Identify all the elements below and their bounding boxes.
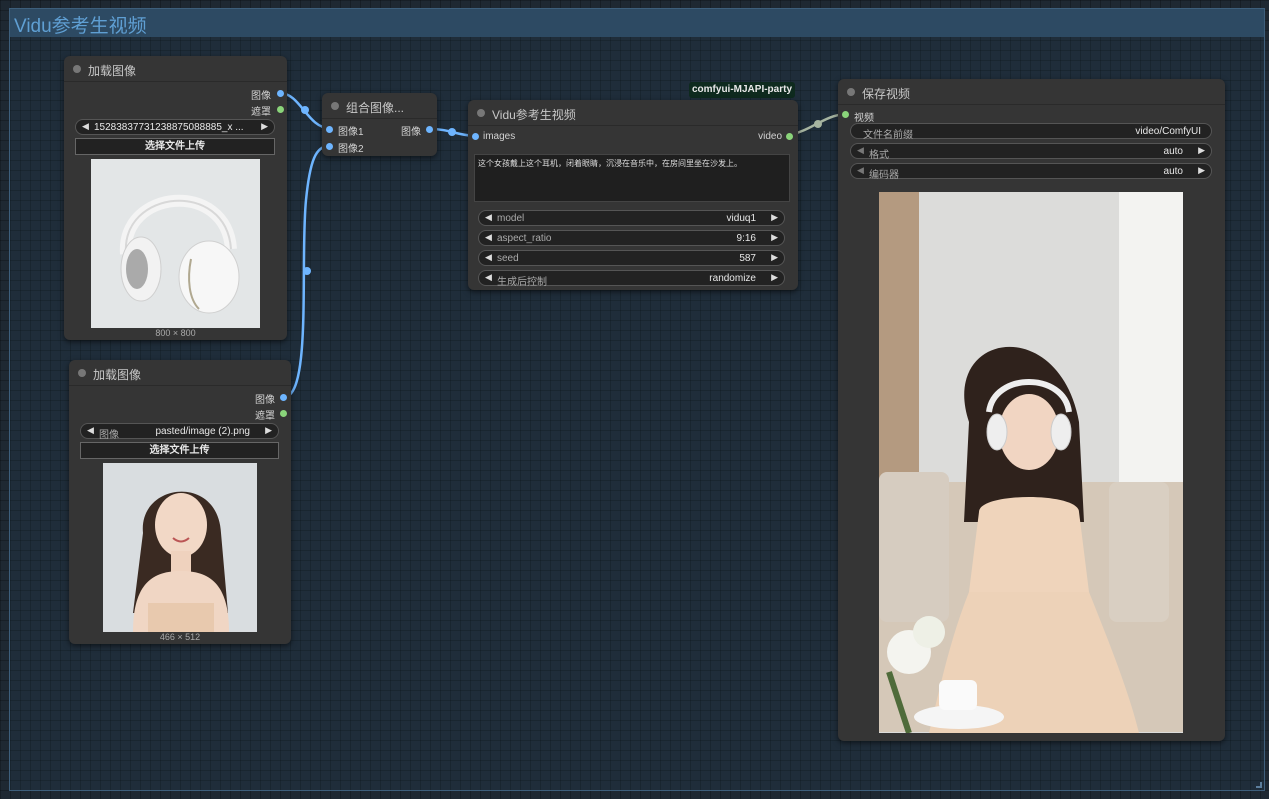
output-mask-slot[interactable] xyxy=(277,106,284,113)
format-widget[interactable]: ◀ 格式 auto ▶ xyxy=(850,143,1212,161)
input-image1-label: 图像1 xyxy=(338,127,364,138)
output-image-slot[interactable] xyxy=(280,394,287,401)
filename-prefix-widget[interactable]: 文件名前缀 video/ComfyUI xyxy=(850,123,1212,141)
input-image1-slot[interactable] xyxy=(326,126,333,133)
output-mask-label: 遮罩 xyxy=(251,107,271,118)
combine-images-node[interactable]: 组合图像... 图像1 图像2 图像 xyxy=(322,93,437,156)
link-combined-midpoint xyxy=(448,128,456,136)
widget-label: seed xyxy=(497,253,519,264)
next-arrow-icon[interactable]: ▶ xyxy=(261,121,268,132)
prev-arrow-icon[interactable]: ◀ xyxy=(485,252,492,263)
output-mask-label: 遮罩 xyxy=(255,411,275,422)
output-video-label: video xyxy=(758,131,782,142)
load-image-node-2[interactable]: 加载图像 图像 遮罩 ◀ 图像 pasted/image (2).png ▶ 选… xyxy=(69,360,291,644)
collapse-dot[interactable] xyxy=(331,102,339,110)
link-video-midpoint xyxy=(814,120,822,128)
prev-arrow-icon[interactable]: ◀ xyxy=(485,232,492,243)
aspect-ratio-widget[interactable]: ◀ aspect_ratio 9:16 ▶ xyxy=(478,230,785,246)
prev-arrow-icon[interactable]: ◀ xyxy=(485,212,492,223)
image-select-value: pasted/image (2).png xyxy=(155,426,250,437)
input-video-label: 视频 xyxy=(854,113,874,124)
custom-node-badge: comfyui-MJAPI-party xyxy=(689,82,795,98)
output-video-slot[interactable] xyxy=(786,133,793,140)
next-arrow-icon[interactable]: ▶ xyxy=(1198,145,1205,156)
seed-widget[interactable]: ◀ seed 587 ▶ xyxy=(478,250,785,266)
link-image2-midpoint xyxy=(303,267,311,275)
input-images-label: images xyxy=(483,131,516,142)
codec-widget[interactable]: ◀ 编码器 auto ▶ xyxy=(850,163,1212,181)
next-arrow-icon[interactable]: ▶ xyxy=(771,232,778,243)
image-select[interactable]: ◀ 图像 pasted/image (2).png ▶ xyxy=(80,423,279,441)
node-header[interactable]: 加载图像 xyxy=(64,56,287,82)
video-preview-frame xyxy=(879,192,1183,733)
node-title: 加载图像 xyxy=(88,64,137,78)
save-video-node[interactable]: 保存视频 视频 文件名前缀 video/ComfyUI ◀ 格式 auto ▶ … xyxy=(838,79,1225,741)
collapse-dot[interactable] xyxy=(847,88,855,96)
node-title: Vidu参考生视频 xyxy=(492,108,576,122)
widget-value: auto xyxy=(1163,166,1183,177)
prev-arrow-icon[interactable]: ◀ xyxy=(82,121,89,132)
node-title: 加载图像 xyxy=(93,368,142,382)
collapse-dot[interactable] xyxy=(73,65,81,73)
node-title: 组合图像... xyxy=(346,101,405,115)
prev-arrow-icon[interactable]: ◀ xyxy=(857,165,864,176)
output-image-label: 图像 xyxy=(255,395,275,406)
input-image2-label: 图像2 xyxy=(338,144,364,155)
collapse-dot[interactable] xyxy=(78,369,86,377)
widget-value: video/ComfyUI xyxy=(1135,126,1201,137)
upload-button[interactable]: 选择文件上传 xyxy=(75,138,275,155)
control-after-generate-widget[interactable]: ◀ 生成后控制 randomize ▶ xyxy=(478,270,785,288)
load-image-node-1[interactable]: 加载图像 图像 遮罩 ◀ 15283837731238875088885_x .… xyxy=(64,56,287,340)
workflow-canvas[interactable]: Vidu参考生视频 加载图像 图像 遮罩 ◀ 15283837731238875… xyxy=(0,0,1269,799)
prev-arrow-icon[interactable]: ◀ xyxy=(485,272,492,283)
node-header[interactable]: 组合图像... xyxy=(322,93,437,119)
model-widget[interactable]: ◀ model viduq1 ▶ xyxy=(478,210,785,226)
widget-label: aspect_ratio xyxy=(497,233,552,244)
input-video-slot[interactable] xyxy=(842,111,849,118)
output-mask-slot[interactable] xyxy=(280,410,287,417)
widget-value: auto xyxy=(1163,146,1183,157)
input-image2-slot[interactable] xyxy=(326,143,333,150)
next-arrow-icon[interactable]: ▶ xyxy=(771,272,778,283)
widget-value: 9:16 xyxy=(736,233,756,244)
output-image-slot[interactable] xyxy=(426,126,433,133)
widget-value: 587 xyxy=(739,253,756,264)
prev-arrow-icon[interactable]: ◀ xyxy=(857,145,864,156)
prompt-textarea[interactable]: 这个女孩戴上这个耳机，闭着眼睛，沉浸在音乐中，在房间里坐在沙发上。 xyxy=(474,154,790,202)
widget-value: viduq1 xyxy=(726,213,756,224)
node-header[interactable]: Vidu参考生视频 xyxy=(468,100,798,126)
widget-label: 编码器 xyxy=(869,170,899,181)
headphones-illustration xyxy=(119,194,240,314)
widget-label: model xyxy=(497,213,525,224)
image-select-value: 15283837731238875088885_x ... xyxy=(94,122,244,133)
widget-label: 格式 xyxy=(869,150,889,161)
output-image-label: 图像 xyxy=(251,91,271,102)
video-preview[interactable] xyxy=(879,192,1183,733)
image-select-label: 图像 xyxy=(99,430,119,441)
widget-value: randomize xyxy=(709,273,756,284)
next-arrow-icon[interactable]: ▶ xyxy=(771,252,778,263)
portrait-image-preview xyxy=(103,463,257,632)
collapse-dot[interactable] xyxy=(477,109,485,117)
next-arrow-icon[interactable]: ▶ xyxy=(771,212,778,223)
widget-label: 文件名前缀 xyxy=(863,130,913,141)
image-select[interactable]: ◀ 15283837731238875088885_x ... ▶ xyxy=(75,119,275,135)
node-title: 保存视频 xyxy=(862,87,911,101)
widget-label: 生成后控制 xyxy=(497,277,547,288)
link-image1-midpoint xyxy=(301,106,309,114)
portrait-illustration xyxy=(133,491,229,632)
node-header[interactable]: 保存视频 xyxy=(838,79,1225,105)
image-size-caption: 800 × 800 xyxy=(155,328,196,338)
node-header[interactable]: 加载图像 xyxy=(69,360,291,386)
headphones-image-preview xyxy=(91,159,260,328)
prev-arrow-icon[interactable]: ◀ xyxy=(87,425,94,436)
output-image-label: 图像 xyxy=(401,127,421,138)
input-images-slot[interactable] xyxy=(472,133,479,140)
next-arrow-icon[interactable]: ▶ xyxy=(265,425,272,436)
upload-button[interactable]: 选择文件上传 xyxy=(80,442,279,459)
output-image-slot[interactable] xyxy=(277,90,284,97)
next-arrow-icon[interactable]: ▶ xyxy=(1198,165,1205,176)
image-size-caption: 466 × 512 xyxy=(159,632,201,642)
